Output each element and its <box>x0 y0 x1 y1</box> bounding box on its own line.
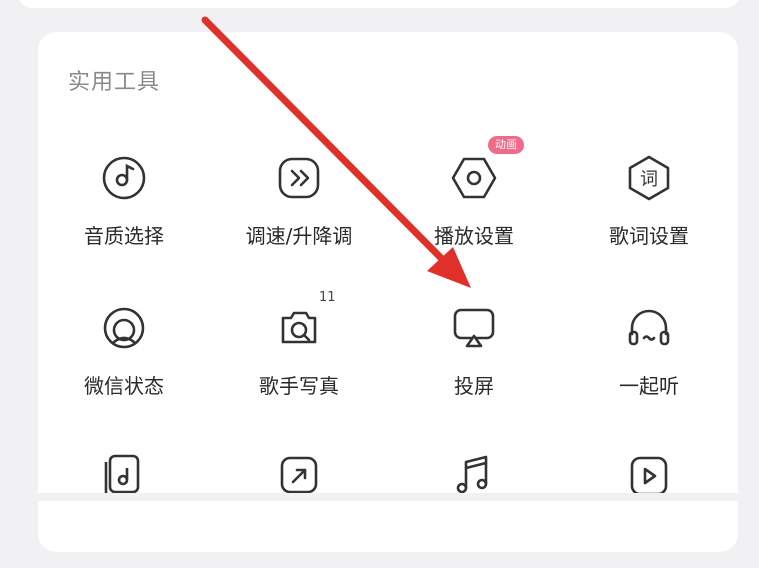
tool-label: 一起听 <box>619 374 679 398</box>
tool-singer-photos[interactable]: 11 歌手写真 <box>224 290 374 420</box>
bottom-strip <box>0 493 759 501</box>
tool-listen-together[interactable]: 一起听 <box>574 300 724 420</box>
top-card <box>18 0 740 8</box>
tool-lyrics-settings[interactable]: 词 歌词设置 <box>574 150 724 270</box>
camera-photo-icon: 11 <box>271 290 336 356</box>
fast-forward-icon <box>271 150 327 206</box>
tool-label: 歌手写真 <box>259 374 339 398</box>
tool-label: 调速/升降调 <box>245 224 353 248</box>
tool-row3-2[interactable] <box>224 448 374 568</box>
lyrics-glyph: 词 <box>640 169 658 190</box>
tool-label: 微信状态 <box>84 374 164 398</box>
tool-label: 播放设置 <box>434 224 514 248</box>
tool-playback-settings[interactable]: 动画 播放设置 <box>399 136 549 270</box>
music-disc-icon <box>96 150 152 206</box>
tool-label: 歌词设置 <box>609 224 689 248</box>
settings-hexagon-icon: 动画 <box>446 136 524 206</box>
screen-cast-icon <box>446 300 502 356</box>
wechat-status-icon <box>96 300 152 356</box>
tool-audio-quality[interactable]: 音质选择 <box>49 150 199 270</box>
lyrics-icon: 词 <box>621 150 677 206</box>
photo-count: 11 <box>319 290 336 305</box>
tool-label: 投屏 <box>454 374 494 398</box>
tool-label: 音质选择 <box>84 224 164 248</box>
tool-speed-pitch[interactable]: 调速/升降调 <box>224 150 374 270</box>
tool-row3-3[interactable] <box>399 448 549 568</box>
section-title: 实用工具 <box>68 70 161 95</box>
headphones-icon <box>621 300 677 356</box>
tool-row3-4[interactable] <box>574 448 724 568</box>
new-badge: 动画 <box>488 136 524 154</box>
tool-row3-1[interactable] <box>49 448 199 568</box>
tool-wechat-status[interactable]: 微信状态 <box>49 300 199 420</box>
tool-screen-cast[interactable]: 投屏 <box>399 300 549 420</box>
